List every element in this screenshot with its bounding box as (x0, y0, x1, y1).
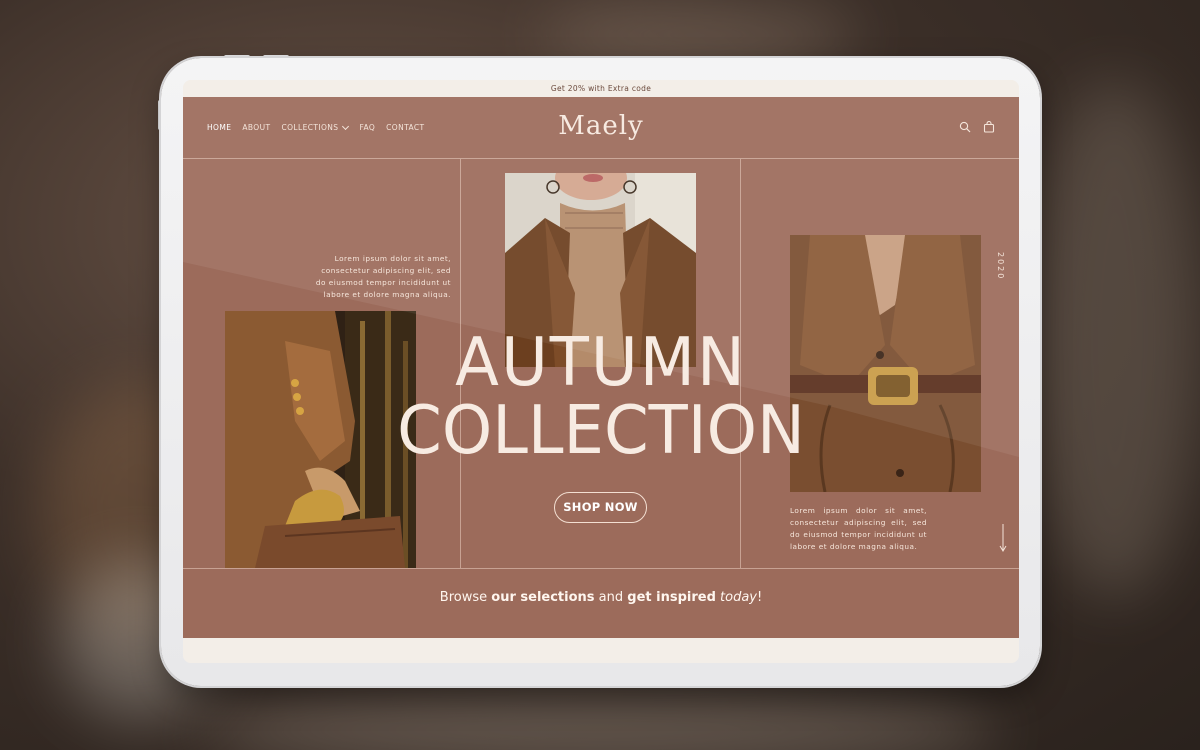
tagline: Browse our selections and get inspired t… (183, 590, 1019, 605)
shop-now-button[interactable]: SHOP NOW (554, 492, 647, 523)
background-blur (200, 690, 1000, 750)
footer-band (183, 638, 1019, 663)
chevron-down-icon (342, 122, 350, 130)
tagline-bold-selections: our selections (491, 590, 595, 605)
background-blur (1030, 80, 1200, 600)
search-icon[interactable] (959, 121, 971, 133)
nav-faq[interactable]: FAQ (359, 123, 375, 132)
headline-line-1: AUTUMN (455, 324, 747, 402)
nav-contact[interactable]: CONTACT (386, 123, 424, 132)
nav-collections-label: COLLECTIONS (281, 123, 339, 132)
headline-line-2: COLLECTION (397, 392, 805, 470)
tagline-part: Browse (439, 590, 492, 605)
header-icons (959, 121, 995, 133)
hero-headline: AUTUMN COLLECTION (333, 324, 869, 470)
main-nav: HOME ABOUT COLLECTIONS FAQ CONTACT (207, 122, 425, 132)
nav-home[interactable]: HOME (207, 123, 231, 132)
website: HOME ABOUT COLLECTIONS FAQ CONTACT Maely (183, 97, 1019, 638)
arrow-down-icon[interactable] (999, 524, 1007, 552)
tagline-part: ! (756, 590, 763, 605)
grid-divider (183, 568, 1019, 569)
hero-paragraph-right: Lorem ipsum dolor sit amet, consectetur … (790, 506, 927, 551)
nav-collections[interactable]: COLLECTIONS (281, 122, 350, 132)
brand-logo[interactable]: Maely (543, 111, 659, 141)
tagline-italic-today: today (720, 590, 757, 605)
tablet-screen: Get 20% with Extra code HOME ABOUT COLLE… (183, 80, 1019, 663)
tagline-part: and (594, 590, 628, 605)
year-label: 2020 (996, 252, 1005, 281)
cart-icon[interactable] (983, 121, 995, 133)
hero-paragraph-left: Lorem ipsum dolor sit amet, consectetur … (315, 254, 451, 299)
site-header: HOME ABOUT COLLECTIONS FAQ CONTACT Maely (183, 97, 1019, 159)
announcement-bar: Get 20% with Extra code (183, 80, 1019, 97)
nav-about[interactable]: ABOUT (242, 123, 270, 132)
tagline-bold-inspired: get inspired (627, 590, 716, 605)
